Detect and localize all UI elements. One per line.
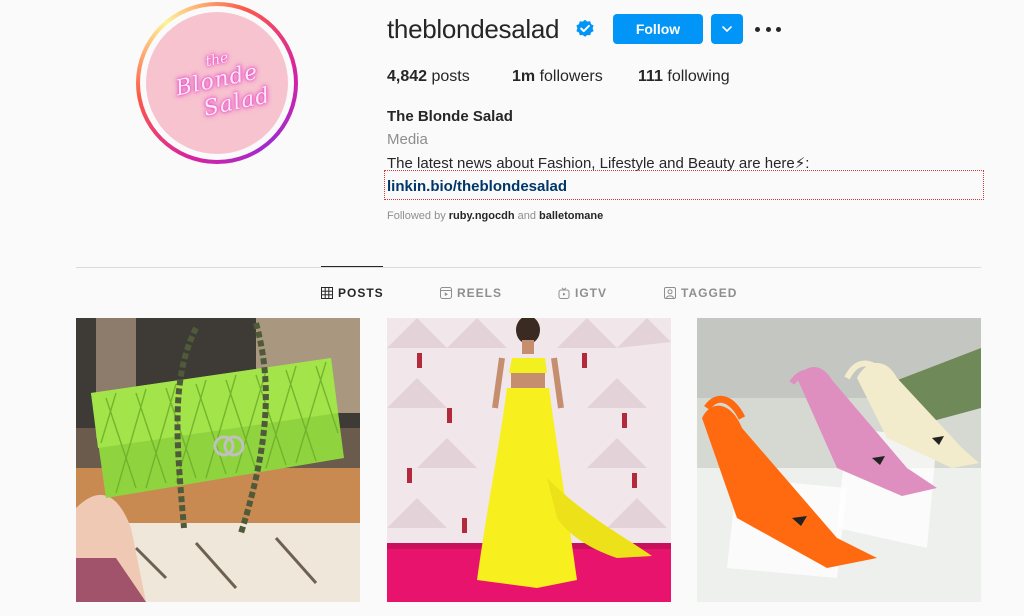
tab-label: IGTV (575, 286, 608, 300)
tabs-divider (76, 267, 981, 268)
active-tab-indicator (321, 266, 383, 267)
reels-icon (440, 287, 452, 299)
post-thumbnail[interactable] (76, 318, 360, 602)
dot (755, 26, 760, 32)
post-thumbnail[interactable] (697, 318, 981, 602)
tagged-icon (664, 287, 676, 299)
profile-category: Media (387, 131, 428, 148)
chevron-down-icon (722, 26, 732, 32)
suggested-accounts-button[interactable] (711, 14, 743, 44)
profile-username: theblondesalad (387, 14, 560, 44)
follow-button[interactable]: Follow (613, 14, 703, 44)
followed-by-user-link[interactable]: balletomane (539, 210, 603, 222)
profile-avatar-ring[interactable]: the Blonde Salad (136, 2, 298, 164)
dot (765, 26, 771, 32)
posts-count-value: 4,842 (387, 68, 428, 85)
post-thumbnail[interactable] (387, 318, 671, 602)
tab-reels[interactable]: REELS (440, 286, 502, 300)
followers-count-value: 1m (512, 68, 536, 85)
tab-igtv[interactable]: IGTV (558, 286, 607, 300)
dot (776, 26, 781, 32)
following-link[interactable]: 111 following (638, 68, 730, 86)
tab-posts[interactable]: POSTS (321, 286, 384, 300)
shoes-image (697, 318, 981, 602)
red-carpet-image (387, 318, 671, 602)
more-options-icon[interactable] (755, 18, 781, 40)
followed-by-user-link[interactable]: ruby.ngocdh (449, 210, 515, 222)
grid-icon (321, 287, 333, 299)
followed-by-prefix: Followed by (387, 210, 449, 222)
posts-count: 4,842 posts (387, 68, 470, 86)
avatar[interactable]: the Blonde Salad (146, 12, 288, 154)
bio-link[interactable]: linkin.bio/theblondesalad (387, 178, 567, 195)
tab-label: TAGGED (681, 286, 738, 300)
followers-link[interactable]: 1m followers (512, 68, 603, 86)
followers-count-label: followers (535, 68, 603, 85)
tab-tagged[interactable]: TAGGED (664, 286, 737, 300)
tab-label: REELS (457, 286, 503, 300)
posts-count-label: posts (427, 68, 470, 85)
following-count-label: following (662, 68, 730, 85)
following-count-value: 111 (638, 68, 663, 85)
followed-by: Followed by ruby.ngocdh and balletomane (387, 210, 603, 222)
tab-label: POSTS (338, 286, 384, 300)
handbag-image (76, 318, 360, 602)
igtv-icon (558, 287, 570, 299)
profile-full-name: The Blonde Salad (387, 108, 513, 125)
followed-by-and: and (514, 210, 540, 222)
verified-badge-icon (576, 19, 594, 37)
